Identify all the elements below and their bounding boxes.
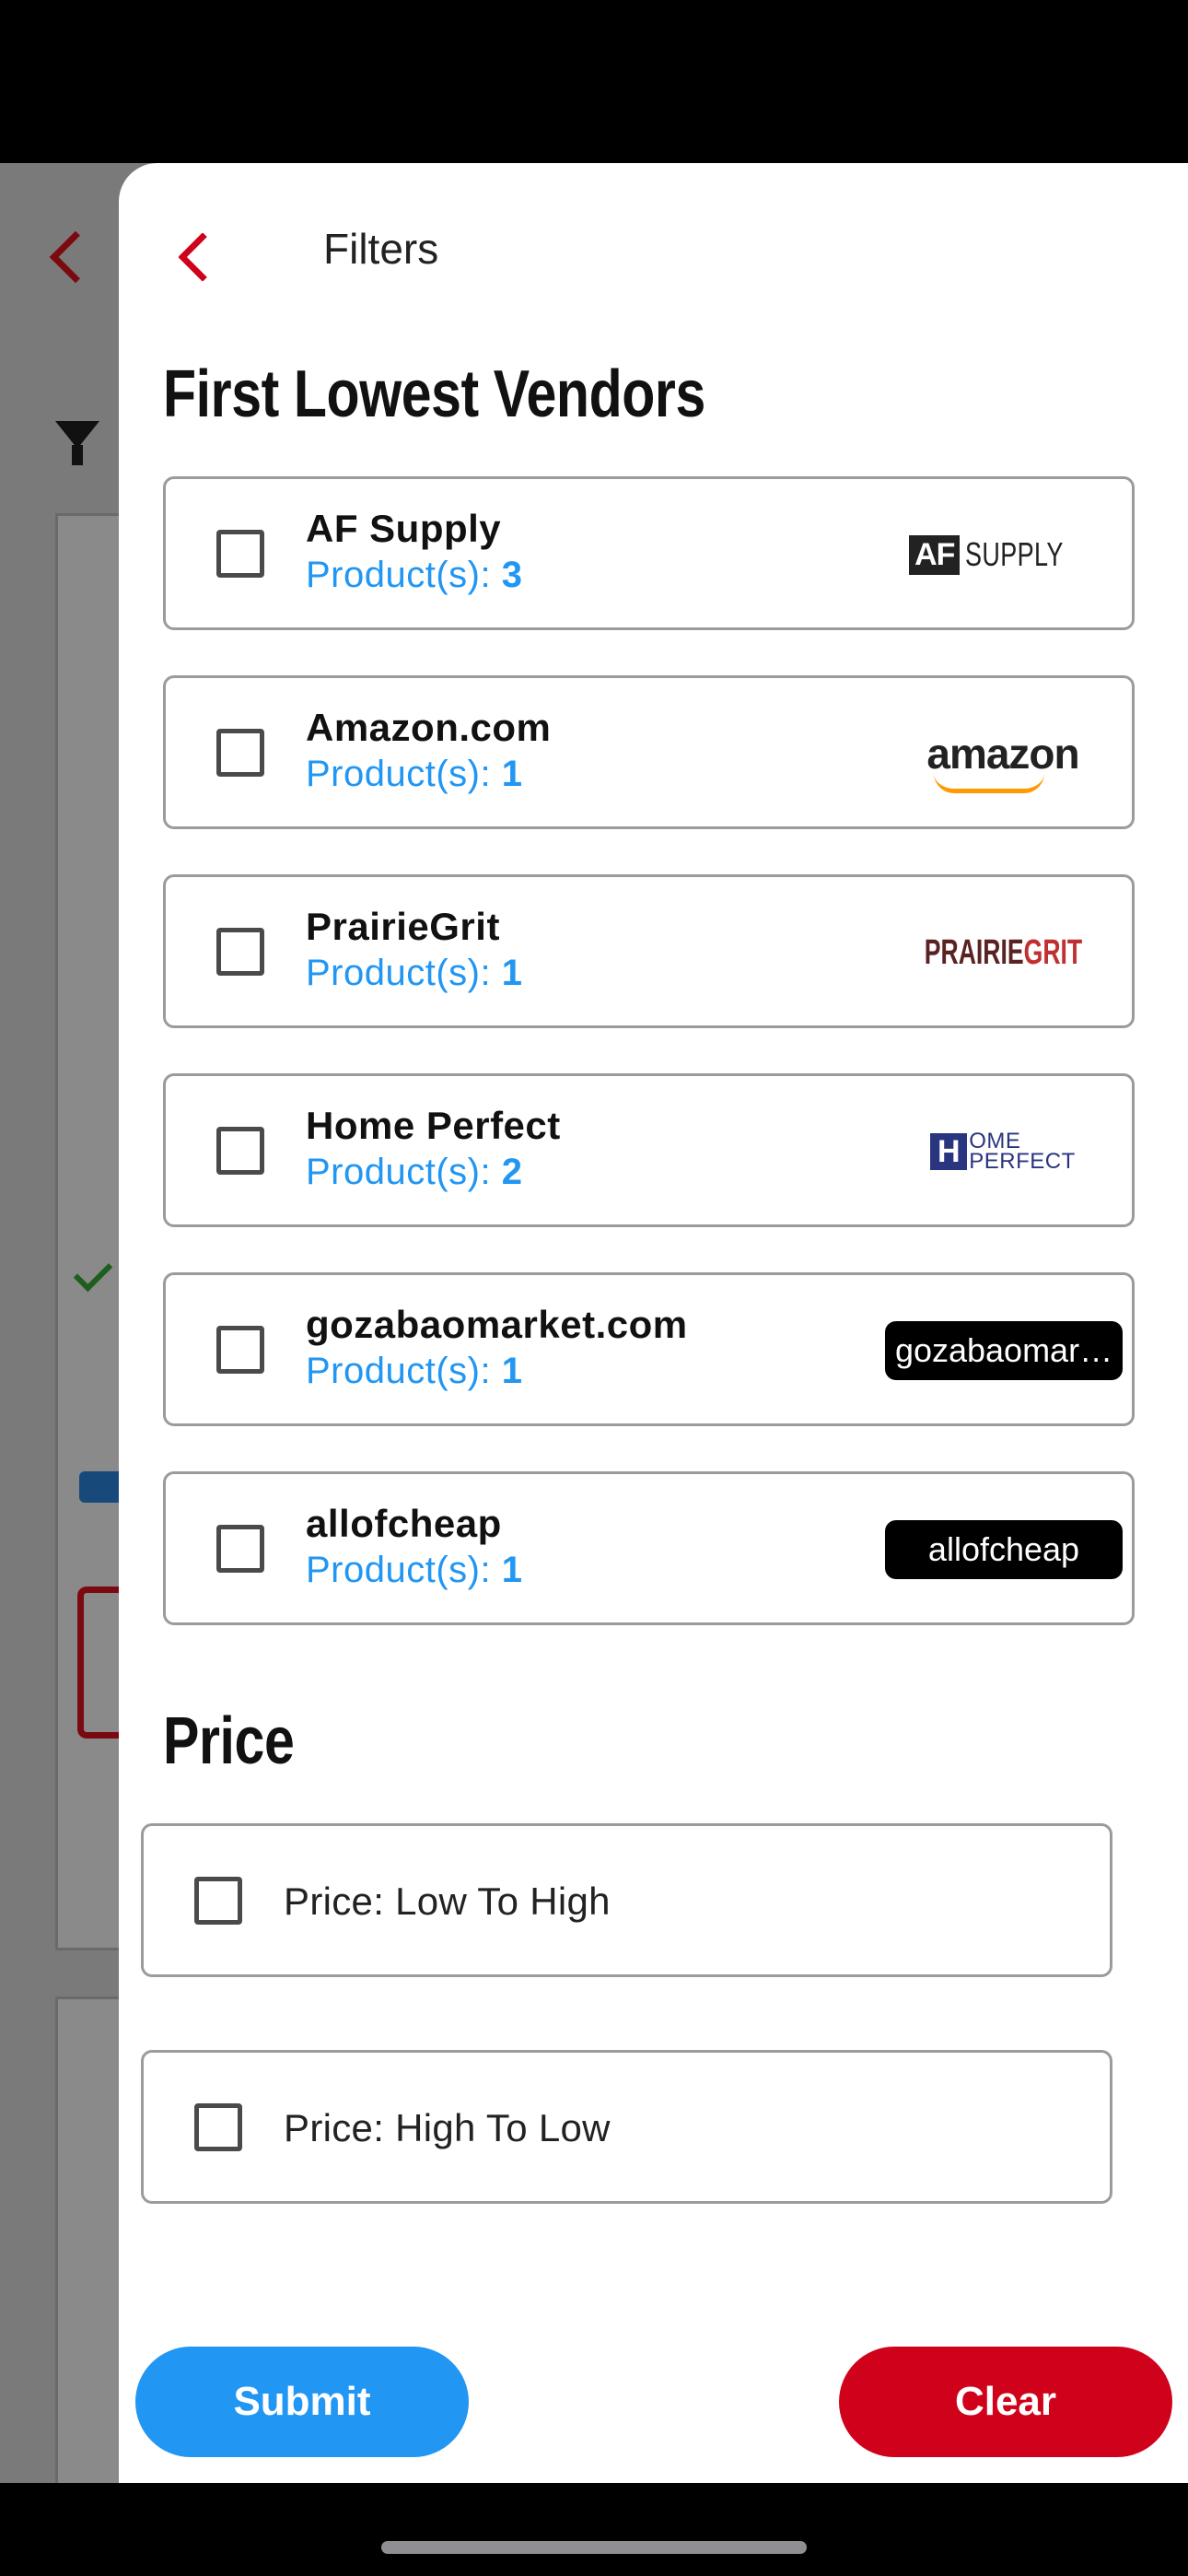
vendor-checkbox[interactable] <box>216 530 264 578</box>
vendor-name: AF Supply <box>306 507 502 550</box>
home-perfect-logo: H OME PERFECT <box>883 1115 1123 1188</box>
clear-button[interactable]: Clear <box>839 2347 1172 2457</box>
vendor-checkbox[interactable] <box>216 928 264 976</box>
price-option-low-to-high[interactable]: Price: Low To High <box>141 1823 1112 1977</box>
vendor-logo-badge: gozabaomar… <box>885 1321 1123 1380</box>
vendor-option-amazon[interactable]: Amazon.com Product(s): 1 amazon <box>163 675 1135 829</box>
vendor-product-count: Product(s): 3 <box>306 555 523 595</box>
price-checkbox[interactable] <box>194 2103 242 2151</box>
price-option-label: Price: Low To High <box>284 1879 611 1923</box>
vendor-option-prairiegrit[interactable]: PrairieGrit Product(s): 1 PRAIRIEGRIT <box>163 874 1135 1028</box>
vendor-option-af-supply[interactable]: AF Supply Product(s): 3 AF SUPPLY <box>163 476 1135 630</box>
filters-panel: Filters First Lowest Vendors AF Supply P… <box>119 163 1188 2483</box>
vendor-checkbox[interactable] <box>216 1525 264 1573</box>
vendor-name: Amazon.com <box>306 706 552 749</box>
amazon-logo: amazon <box>883 717 1123 793</box>
vendor-name: allofcheap <box>306 1502 502 1545</box>
vendor-checkbox[interactable] <box>216 1127 264 1175</box>
status-bar <box>0 0 1188 163</box>
submit-button[interactable]: Submit <box>135 2347 469 2457</box>
chevron-left-icon <box>178 232 227 282</box>
price-option-high-to-low[interactable]: Price: High To Low <box>141 2050 1112 2204</box>
vendor-option-home-perfect[interactable]: Home Perfect Product(s): 2 H OME PERFECT <box>163 1073 1135 1227</box>
vendor-name: gozabaomarket.com <box>306 1303 688 1346</box>
vendor-option-gozabaomarket[interactable]: gozabaomarket.com Product(s): 1 gozabaom… <box>163 1272 1135 1426</box>
prairiegrit-logo: PRAIRIEGRIT <box>924 932 1082 972</box>
home-indicator[interactable] <box>381 2541 807 2554</box>
vendor-name: PrairieGrit <box>306 905 500 948</box>
vendor-product-count: Product(s): 1 <box>306 1351 523 1391</box>
vendors-section-title: First Lowest Vendors <box>163 357 705 431</box>
vendor-product-count: Product(s): 1 <box>306 1550 523 1590</box>
vendor-checkbox[interactable] <box>216 729 264 777</box>
price-option-label: Price: High To Low <box>284 2106 611 2149</box>
back-button[interactable] <box>163 217 229 299</box>
af-supply-logo: AF SUPPLY <box>883 518 1123 591</box>
background-back-icon <box>49 230 102 284</box>
vendor-product-count: Product(s): 1 <box>306 754 523 794</box>
vendor-product-count: Product(s): 1 <box>306 953 523 993</box>
vendor-logo-badge: allofcheap <box>885 1520 1123 1579</box>
price-checkbox[interactable] <box>194 1877 242 1925</box>
panel-title: Filters <box>323 225 439 273</box>
price-section-title: Price <box>163 1704 295 1778</box>
vendor-name: Home Perfect <box>306 1104 561 1147</box>
vendor-product-count: Product(s): 2 <box>306 1152 523 1192</box>
vendor-option-allofcheap[interactable]: allofcheap Product(s): 1 allofcheap <box>163 1471 1135 1625</box>
vendor-checkbox[interactable] <box>216 1326 264 1374</box>
